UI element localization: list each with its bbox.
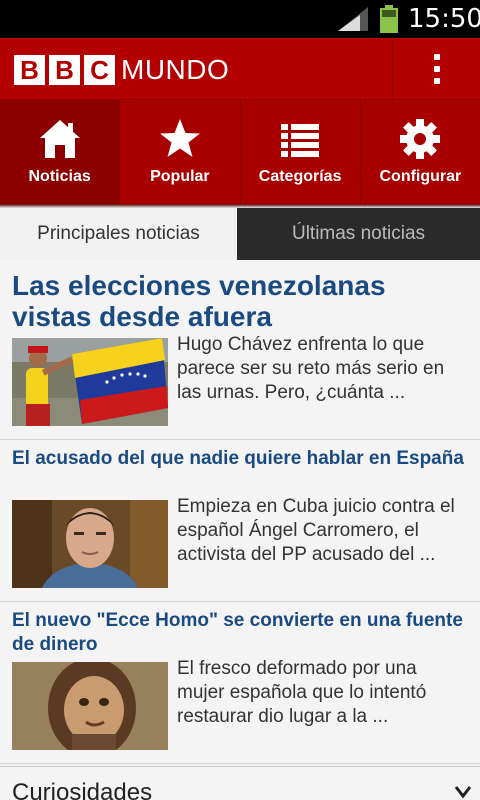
nav-item-label: Categorías [258, 168, 342, 185]
venezuela-flag-photo [12, 338, 168, 426]
story-thumbnail[interactable] [12, 338, 168, 426]
story-summary: Empieza en Cuba juicio contra el español… [177, 496, 455, 565]
list-item[interactable]: Las elecciones venezolanas vistas desde … [0, 260, 480, 440]
tab-principales-noticias[interactable]: Principales noticias [0, 208, 237, 260]
story-summary: Hugo Chávez enfrenta lo que parece ser s… [177, 334, 445, 403]
story-headline[interactable]: El acusado del que nadie quiere hablar e… [12, 447, 472, 471]
nav-item-noticias[interactable]: Noticias [0, 100, 121, 204]
nav-item-categorias[interactable]: Categorías [241, 100, 361, 204]
nav-item-label: Popular [150, 168, 210, 185]
ecce-homo-fresco-photo [12, 662, 168, 750]
logo-word: MUNDO [121, 54, 230, 85]
story-summary: El fresco deformado por una mujer españo… [177, 658, 427, 727]
app-header: B B C MUNDO [0, 38, 480, 100]
chevron-down-icon[interactable] [454, 785, 472, 799]
tab-bar: Principales noticias Últimas noticias [0, 208, 480, 260]
logo-letter: C [84, 55, 115, 85]
list-item[interactable]: El acusado del que nadie quiere hablar e… [0, 440, 480, 602]
story-thumbnail[interactable] [12, 500, 168, 588]
tab-ultimas-noticias[interactable]: Últimas noticias [237, 208, 480, 260]
story-thumbnail[interactable] [12, 662, 168, 750]
story-headline[interactable]: El nuevo "Ecce Homo" se convierte en una… [12, 609, 472, 657]
list-icon [281, 124, 320, 157]
section-title: Curiosidades [12, 779, 153, 800]
nav-item-configurar[interactable]: Configurar [361, 100, 480, 204]
man-portrait-photo [12, 500, 168, 588]
news-list: Las elecciones venezolanas vistas desde … [0, 260, 480, 800]
more-vertical-icon[interactable] [392, 38, 480, 100]
signal-icon [338, 7, 368, 31]
nav-item-popular[interactable]: Popular [120, 100, 241, 204]
status-clock: 15:50 [408, 4, 480, 34]
status-bar: 15:50 [0, 0, 480, 38]
nav-item-label: Noticias [28, 168, 91, 185]
star-icon [159, 119, 200, 157]
logo-letter: B [14, 55, 45, 85]
gear-icon [400, 119, 441, 159]
logo-letter: B [49, 55, 80, 85]
battery-icon [380, 5, 398, 33]
main-nav: Noticias Popular Categorías Configurar [0, 100, 480, 204]
home-icon [39, 120, 80, 158]
bbc-mundo-logo[interactable]: B B C MUNDO [14, 54, 229, 86]
list-item[interactable]: El nuevo "Ecce Homo" se convierte en una… [0, 602, 480, 764]
section-header-curiosidades[interactable]: Curiosidades [0, 766, 480, 800]
story-headline[interactable]: Las elecciones venezolanas vistas desde … [12, 270, 472, 332]
nav-item-label: Configurar [379, 168, 462, 185]
